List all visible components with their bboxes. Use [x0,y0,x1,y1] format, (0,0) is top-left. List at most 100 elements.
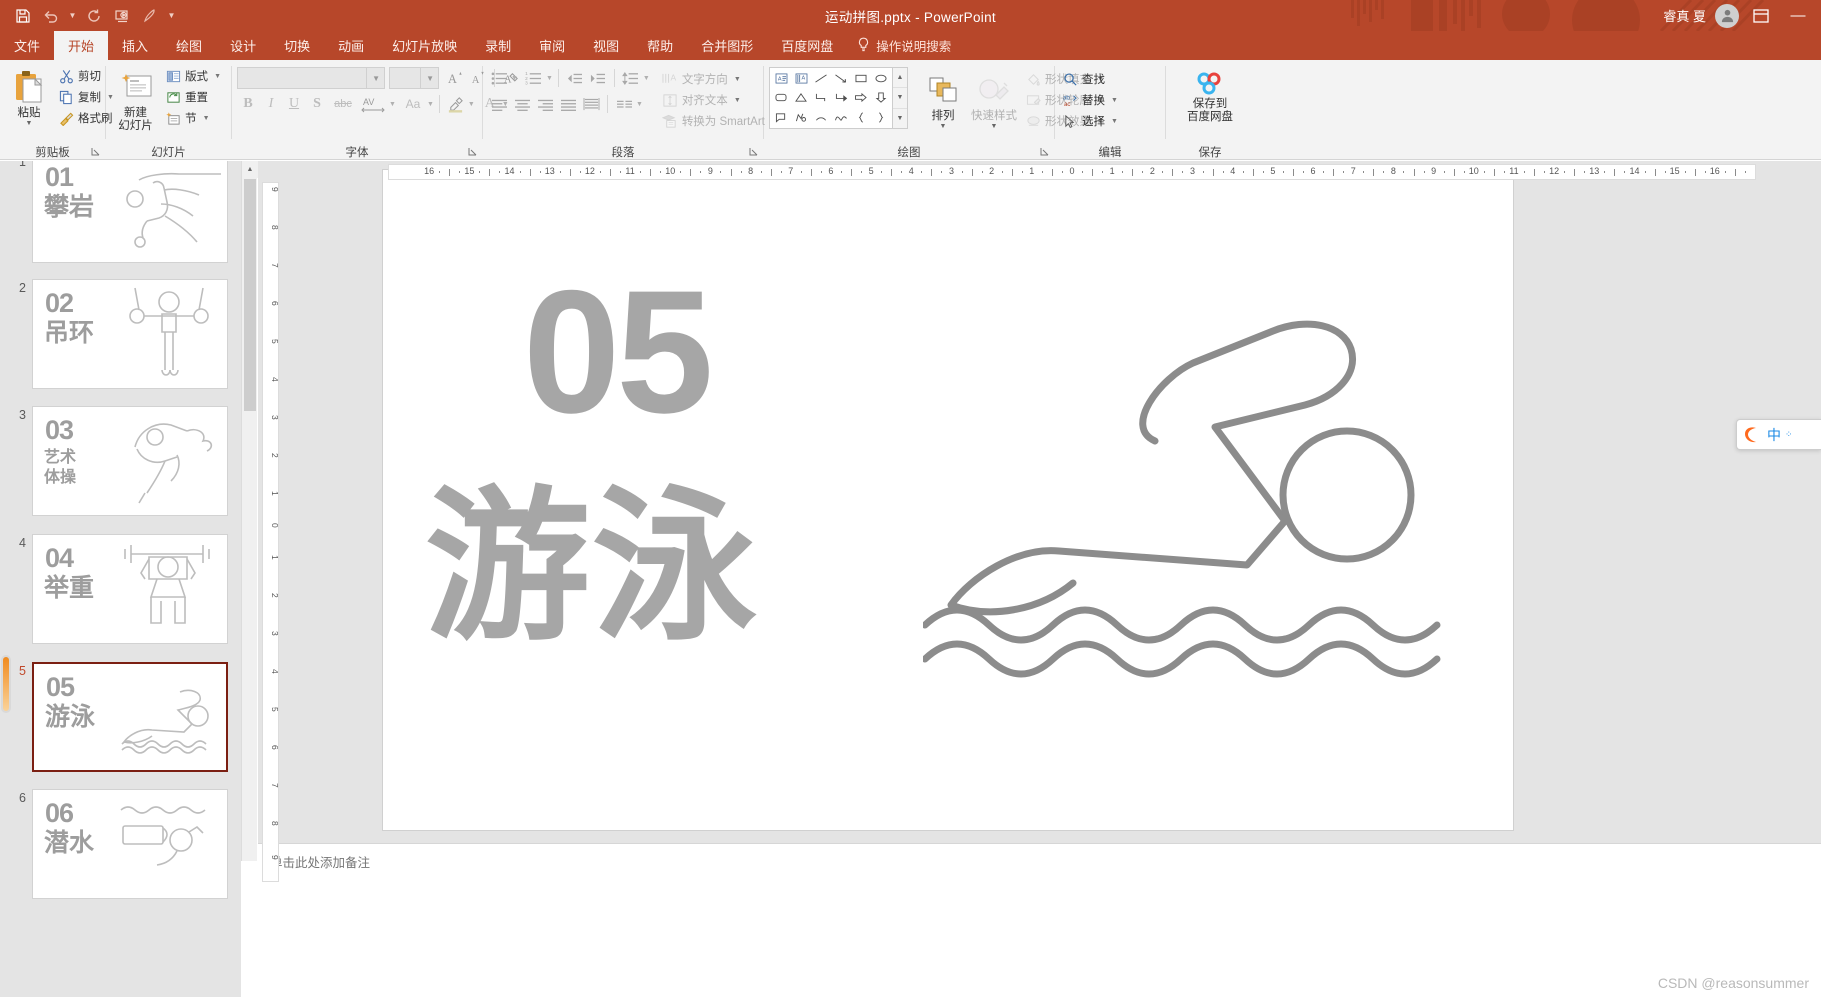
undo-icon[interactable] [38,3,64,29]
select-button[interactable]: 选择 ▼ [1060,111,1123,131]
tab-review[interactable]: 审阅 [525,31,579,60]
shape-down-arrow[interactable] [871,88,891,107]
slide-thumbnail-selected[interactable]: 05 游泳 [32,662,228,772]
text-shadow-button[interactable]: S [306,93,328,115]
align-center-icon[interactable] [511,93,533,115]
slide-canvas[interactable]: 05 游泳 [382,169,1514,831]
tab-record[interactable]: 录制 [471,31,525,60]
shapes-gallery-scrollbar[interactable]: ▲ ▼ ▼ [893,67,908,129]
notes-pane[interactable]: 单击此处添加备注 [258,844,1821,997]
slide-thumbnail[interactable]: 03 艺术 体操 [32,406,228,516]
font-name-chevron-down-icon[interactable]: ▼ [366,68,380,88]
shape-triangle[interactable] [791,88,811,107]
reset-button[interactable]: 重置 [163,87,226,107]
slide-thumbnail[interactable]: 06 潜水 [32,789,228,899]
shape-oval[interactable] [871,69,891,88]
character-spacing-button[interactable]: AV [358,93,388,115]
tab-help[interactable]: 帮助 [633,31,687,60]
font-dialog-launcher-icon[interactable] [467,147,478,158]
text-direction-chevron-down-icon[interactable]: ▼ [734,76,741,83]
slide-number-text[interactable]: 05 [523,265,714,440]
shape-rectangle[interactable] [851,69,871,88]
ribbon-display-options-icon[interactable] [1748,3,1774,29]
tab-insert[interactable]: 插入 [108,31,162,60]
italic-button[interactable]: I [260,93,282,115]
arrange-chevron-down-icon[interactable]: ▼ [940,123,947,131]
slides-thumbnail-panel[interactable]: 1 01 攀岩 2 02 吊环 3 03 艺术 体操 4 04 举重 5 05 … [0,161,241,997]
tab-home[interactable]: 开始 [54,31,109,60]
numbering-chevron-down-icon[interactable]: ▼ [546,75,553,82]
shapes-more-icon[interactable]: ▼ [893,109,907,128]
drawing-dialog-launcher-icon[interactable] [1039,147,1050,158]
slideshow-icon[interactable] [109,3,135,29]
undo-dropdown-icon[interactable]: ▼ [66,3,79,29]
shape-right-brace[interactable] [871,108,891,127]
line-spacing-icon[interactable] [620,67,642,89]
minimize-button[interactable]: — [1783,0,1813,31]
align-right-icon[interactable] [534,93,556,115]
tab-view[interactable]: 视图 [579,31,633,60]
shape-right-arrow[interactable] [851,88,871,107]
section-chevron-down-icon[interactable]: ▼ [203,115,210,122]
sogou-ime-icon[interactable] [1741,424,1763,446]
increase-indent-icon[interactable] [587,67,609,89]
tab-draw[interactable]: 绘图 [162,31,216,60]
tab-animations[interactable]: 动画 [324,31,378,60]
bullets-icon[interactable] [488,67,510,89]
shape-curve[interactable] [831,108,851,127]
change-case-button[interactable]: Aa [400,93,426,115]
pen-icon[interactable] [137,3,163,29]
slide-thumbnail[interactable]: 01 攀岩 [32,161,228,263]
ime-dots-icon[interactable]: ⁘ [1785,429,1794,440]
strikethrough-button[interactable]: abc [329,93,357,115]
shapes-gallery[interactable]: A A [769,67,893,129]
shapes-scroll-up-icon[interactable]: ▲ [893,68,907,89]
tab-file[interactable]: 文件 [0,31,54,60]
tab-slideshow[interactable]: 幻灯片放映 [378,31,471,60]
slide-thumbnail[interactable]: 02 吊环 [32,279,228,389]
swimming-illustration[interactable] [921,315,1493,700]
save-to-baidu-netdisk-button[interactable]: 保存到 百度网盘 [1174,65,1246,127]
change-case-chevron-down-icon[interactable]: ▼ [427,101,434,108]
customize-qat-chevron-down-icon[interactable]: ▼ [165,3,178,29]
paragraph-dialog-launcher-icon[interactable] [748,147,759,158]
tab-baidu-netdisk[interactable]: 百度网盘 [767,31,847,60]
ime-mode-label[interactable]: 中 [1767,425,1781,445]
text-highlight-icon[interactable] [445,93,467,115]
align-left-icon[interactable] [488,93,510,115]
slide-thumbnail[interactable]: 04 举重 [32,534,228,644]
replace-chevron-down-icon[interactable]: ▼ [1111,97,1118,104]
find-button[interactable]: 查找 [1060,69,1123,89]
numbering-icon[interactable]: 123 [523,67,545,89]
save-icon[interactable] [10,3,36,29]
shape-left-brace[interactable] [851,108,871,127]
shape-rounded-rect[interactable] [771,88,791,107]
shape-arc[interactable] [811,108,831,127]
shape-freeform[interactable] [791,108,811,127]
avatar[interactable] [1715,3,1739,28]
font-size-combo[interactable]: ▼ [389,67,439,89]
tab-merge-shapes[interactable]: 合并图形 [687,31,767,60]
bold-button[interactable]: B [237,93,259,115]
scroll-up-icon[interactable]: ▲ [242,161,258,178]
align-text-chevron-down-icon[interactable]: ▼ [734,97,741,104]
distribute-icon[interactable] [580,93,602,115]
font-name-combo[interactable]: ▼ [237,67,385,89]
quick-styles-button[interactable]: 快速样式 ▼ [970,67,1018,134]
replace-button[interactable]: ab ac 替换 ▼ [1060,90,1123,110]
layout-chevron-down-icon[interactable]: ▼ [214,73,221,80]
character-spacing-chevron-down-icon[interactable]: ▼ [389,101,396,108]
layout-button[interactable]: 版式 ▼ [163,66,226,86]
paste-chevron-down-icon[interactable]: ▼ [26,120,33,128]
scrollbar-thumb[interactable] [244,179,256,411]
decrease-indent-icon[interactable] [564,67,586,89]
slides-panel-scrollbar[interactable]: ▲ [241,161,258,861]
line-spacing-chevron-down-icon[interactable]: ▼ [643,75,650,82]
shape-line[interactable] [811,69,831,88]
highlight-chevron-down-icon[interactable]: ▼ [468,101,475,108]
tell-me-search[interactable]: 操作说明搜索 [847,31,961,60]
shapes-scroll-down-icon[interactable]: ▼ [893,88,907,109]
columns-chevron-down-icon[interactable]: ▼ [636,101,643,108]
redo-icon[interactable] [81,3,107,29]
slide-title-text[interactable]: 游泳 [425,485,759,650]
